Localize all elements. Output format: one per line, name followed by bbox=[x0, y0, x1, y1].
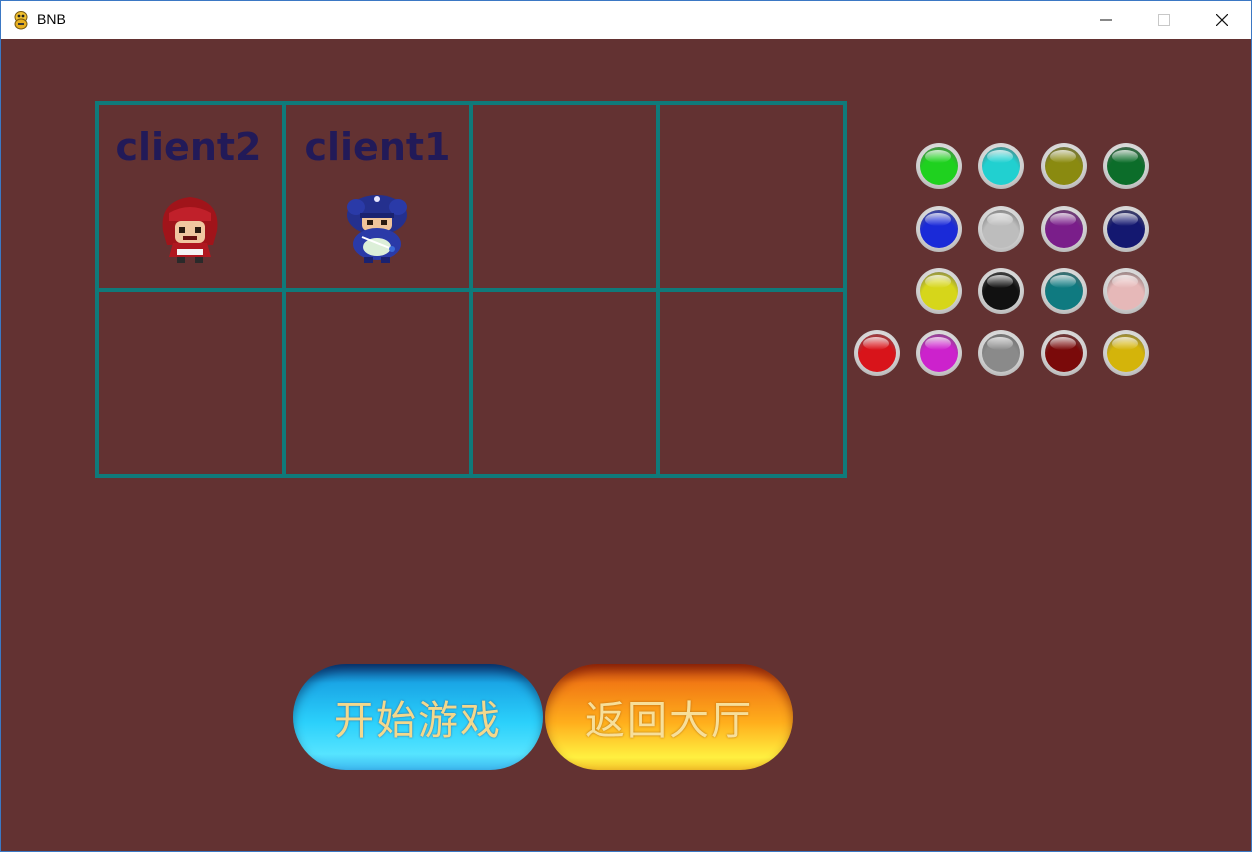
swatch-highlight bbox=[925, 337, 951, 350]
swatch-highlight bbox=[1050, 275, 1076, 288]
maximize-icon bbox=[1158, 14, 1170, 26]
color-swatch[interactable] bbox=[1103, 268, 1149, 314]
player-name: client1 bbox=[304, 125, 451, 169]
color-swatch[interactable] bbox=[916, 206, 962, 252]
player-slot-2[interactable]: client1 bbox=[284, 101, 471, 290]
swatch-highlight bbox=[987, 213, 1013, 226]
blue-ninja-icon bbox=[347, 195, 407, 263]
back-to-lobby-button[interactable]: 返回大厅 bbox=[545, 664, 793, 770]
player-slot-5[interactable] bbox=[95, 290, 284, 476]
color-swatch[interactable] bbox=[1041, 268, 1087, 314]
minimize-icon bbox=[1100, 19, 1112, 21]
swatch-highlight bbox=[1112, 213, 1138, 226]
app-window: BNB client2 client1 开始游戏 返回大厅 bbox=[0, 0, 1252, 852]
swatch-highlight bbox=[987, 275, 1013, 288]
swatch-highlight bbox=[925, 213, 951, 226]
swatch-highlight bbox=[863, 337, 889, 350]
color-swatch[interactable] bbox=[916, 268, 962, 314]
red-hair-girl-icon bbox=[162, 197, 218, 263]
swatch-highlight bbox=[1050, 213, 1076, 226]
color-swatch[interactable] bbox=[1041, 330, 1087, 376]
title-bar[interactable]: BNB bbox=[1, 1, 1251, 39]
player-slot-3[interactable] bbox=[471, 101, 658, 290]
swatch-highlight bbox=[1112, 337, 1138, 350]
start-game-button[interactable]: 开始游戏 bbox=[293, 664, 543, 770]
color-swatch[interactable] bbox=[1103, 206, 1149, 252]
player-slot-7[interactable] bbox=[471, 290, 658, 476]
python-snake-icon bbox=[14, 11, 28, 30]
swatch-highlight bbox=[925, 275, 951, 288]
color-swatch[interactable] bbox=[1103, 143, 1149, 189]
player-slot-4[interactable] bbox=[658, 101, 845, 290]
swatch-highlight bbox=[1112, 150, 1138, 163]
swatch-highlight bbox=[1112, 275, 1138, 288]
swatch-highlight bbox=[987, 337, 1013, 350]
start-game-label: 开始游戏 bbox=[334, 698, 502, 744]
color-swatch[interactable] bbox=[978, 268, 1024, 314]
player-slot-8[interactable] bbox=[658, 290, 845, 476]
color-swatch[interactable] bbox=[916, 330, 962, 376]
minimize-button[interactable] bbox=[1077, 1, 1135, 39]
room-screen: client2 client1 开始游戏 返回大厅 bbox=[1, 39, 1251, 851]
color-swatch[interactable] bbox=[978, 330, 1024, 376]
color-swatch[interactable] bbox=[854, 330, 900, 376]
color-swatch[interactable] bbox=[1103, 330, 1149, 376]
player-name: client2 bbox=[115, 125, 262, 169]
player-slot-6[interactable] bbox=[284, 290, 471, 476]
color-swatch[interactable] bbox=[1041, 206, 1087, 252]
color-swatch[interactable] bbox=[978, 206, 1024, 252]
color-swatch[interactable] bbox=[978, 143, 1024, 189]
swatch-highlight bbox=[925, 150, 951, 163]
player-slot-1[interactable]: client2 bbox=[95, 101, 284, 290]
player-slot-grid: client2 client1 bbox=[95, 101, 847, 478]
window-title: BNB bbox=[37, 11, 66, 27]
close-icon bbox=[1216, 14, 1228, 26]
maximize-button[interactable] bbox=[1135, 1, 1193, 39]
back-to-lobby-label: 返回大厅 bbox=[585, 698, 753, 744]
color-swatch[interactable] bbox=[916, 143, 962, 189]
close-button[interactable] bbox=[1193, 1, 1251, 39]
swatch-highlight bbox=[987, 150, 1013, 163]
swatch-highlight bbox=[1050, 337, 1076, 350]
color-swatch[interactable] bbox=[1041, 143, 1087, 189]
swatch-highlight bbox=[1050, 150, 1076, 163]
